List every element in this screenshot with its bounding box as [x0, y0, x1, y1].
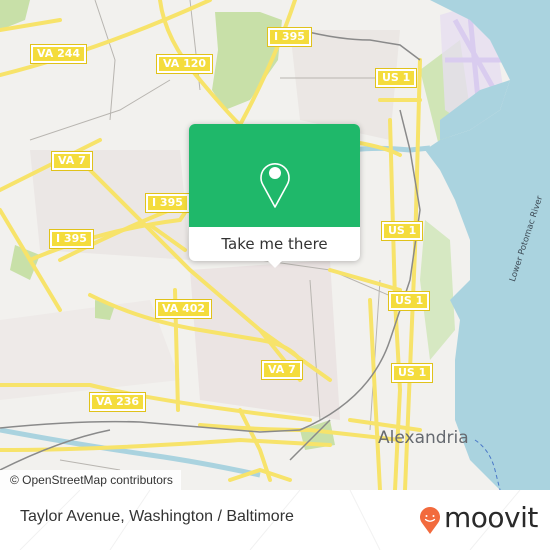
location-pin-icon	[260, 163, 290, 208]
popup-header	[189, 124, 360, 227]
take-me-there-button[interactable]: Take me there	[189, 227, 360, 261]
city-label-alexandria: Alexandria	[378, 428, 469, 448]
road-shield-va-244: VA 244	[29, 44, 88, 64]
map-canvas[interactable]: VA 244 VA 120 I 395 US 1 VA 7 I 395 I 39…	[0, 0, 550, 490]
osm-attribution[interactable]: © OpenStreetMap contributors	[0, 470, 181, 490]
road-shield-us-1-bottom: US 1	[390, 363, 434, 383]
road-shield-us-1-lower: US 1	[387, 291, 431, 311]
road-shield-va-402: VA 402	[154, 299, 213, 319]
moovit-wordmark: moovit	[444, 501, 538, 534]
road-shield-i-395-top: I 395	[267, 27, 312, 47]
destination-popup: Take me there	[189, 124, 360, 268]
road-shield-i-395-left: I 395	[49, 229, 94, 249]
road-shield-va-7-left: VA 7	[51, 151, 93, 171]
moovit-smiley-pin-icon	[420, 507, 440, 534]
road-shield-va-7-center: VA 7	[261, 360, 303, 380]
road-shield-us-1-top: US 1	[374, 68, 418, 88]
road-shield-va-236: VA 236	[88, 392, 147, 412]
popup-pointer	[267, 260, 283, 268]
road-shield-va-120: VA 120	[155, 54, 214, 74]
location-title: Taylor Avenue, Washington / Baltimore	[20, 508, 294, 525]
road-shield-i-395-mid: I 395	[145, 193, 190, 213]
road-shield-us-1-mid: US 1	[380, 221, 424, 241]
